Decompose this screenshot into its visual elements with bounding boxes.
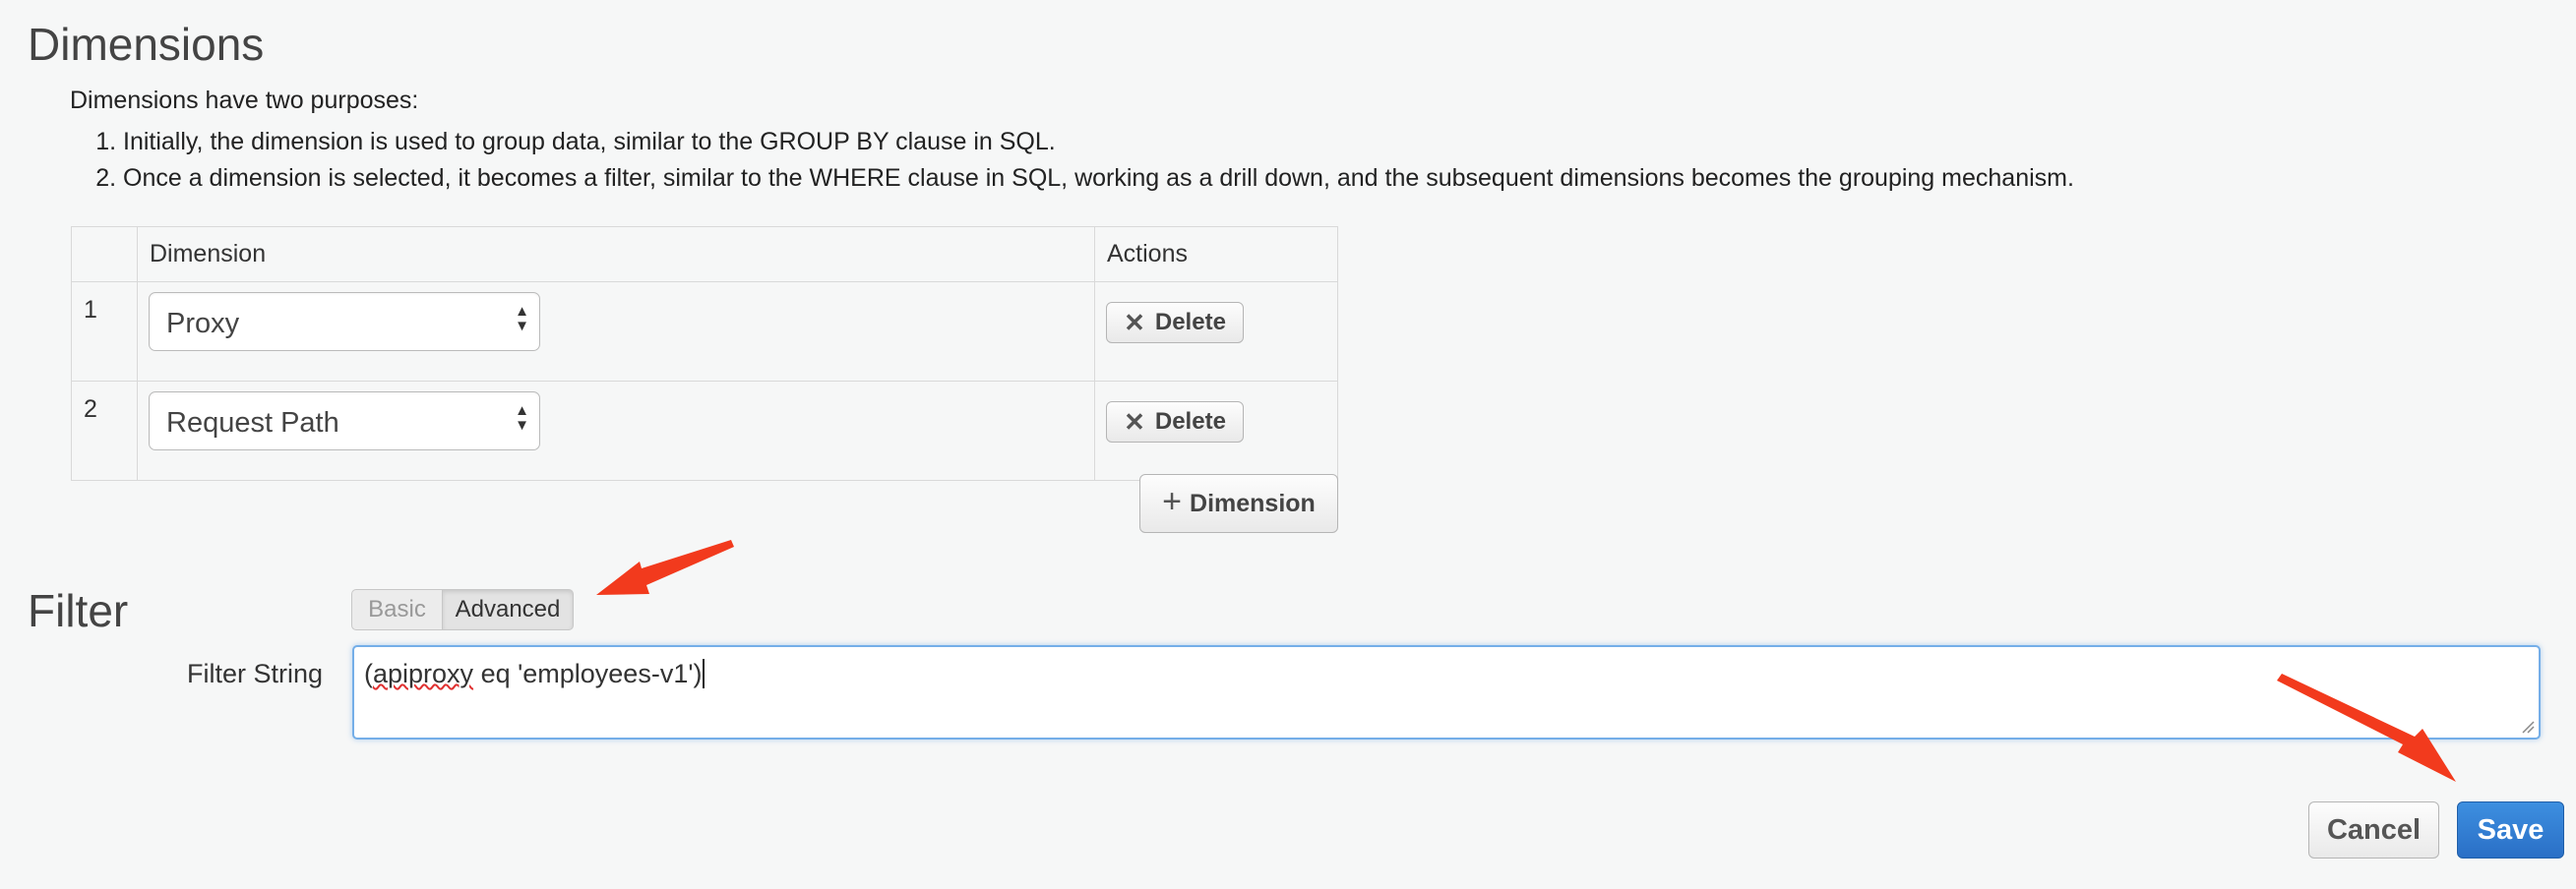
save-button[interactable]: Save bbox=[2457, 801, 2564, 859]
plus-icon: + bbox=[1162, 483, 1183, 520]
table-header-row: Dimension Actions bbox=[71, 226, 1338, 282]
basic-mode-button[interactable]: Basic bbox=[351, 589, 442, 630]
dimension-select[interactable]: Proxy ▲ ▼ bbox=[149, 292, 540, 351]
row-number: 1 bbox=[71, 281, 138, 382]
dimension-select-value: Request Path bbox=[166, 407, 339, 439]
close-icon: ✕ bbox=[1124, 307, 1145, 337]
dimensions-table: Dimension Actions 1 Proxy ▲▼ ✕ Delete 2 bbox=[71, 226, 1338, 481]
actions-cell: ✕ Delete bbox=[1094, 281, 1338, 382]
col-header-index bbox=[71, 226, 138, 282]
dimension-cell: Proxy ▲ ▼ bbox=[137, 281, 1095, 382]
col-header-actions: Actions bbox=[1094, 226, 1338, 282]
filter-value-prefix: ( bbox=[364, 659, 373, 688]
filter-title: Filter bbox=[28, 585, 129, 636]
table-row: 1 Proxy ▲ ▼ ✕ Delete bbox=[71, 281, 1338, 382]
dimension-cell: Request Path ▲ ▼ bbox=[137, 381, 1095, 481]
dimension-select[interactable]: Request Path ▲ ▼ bbox=[149, 391, 540, 450]
dimensions-title: Dimensions bbox=[28, 19, 265, 70]
misspelled-word: apiproxy bbox=[373, 659, 474, 688]
delete-button[interactable]: ✕ Delete bbox=[1106, 302, 1244, 343]
annotation-arrow-advanced bbox=[596, 540, 734, 595]
resize-grip-icon[interactable] bbox=[2521, 720, 2535, 734]
updown-arrows-icon: ▲ ▼ bbox=[515, 303, 529, 334]
purpose-item: Initially, the dimension is used to grou… bbox=[123, 124, 2074, 160]
text-cursor bbox=[703, 659, 705, 688]
filter-value-rest: eq 'employees-v1') bbox=[473, 659, 703, 688]
table-row: 2 Request Path ▲ ▼ ✕ Delete bbox=[71, 381, 1338, 481]
updown-arrows-icon: ▲ ▼ bbox=[515, 402, 529, 434]
add-dimension-label: Dimension bbox=[1190, 489, 1316, 517]
purpose-item: Once a dimension is selected, it becomes… bbox=[123, 160, 2074, 197]
delete-button[interactable]: ✕ Delete bbox=[1106, 401, 1244, 443]
filter-string-label: Filter String bbox=[187, 659, 324, 688]
cancel-button[interactable]: Cancel bbox=[2308, 801, 2439, 859]
filter-string-value: (apiproxy eq 'employees-v1') bbox=[364, 659, 705, 689]
row-number: 2 bbox=[71, 381, 138, 481]
advanced-mode-button[interactable]: Advanced bbox=[442, 589, 574, 630]
dimension-select-value: Proxy bbox=[166, 308, 240, 339]
purposes-list: Initially, the dimension is used to grou… bbox=[84, 124, 2074, 197]
filter-mode-toggle: Basic Advanced bbox=[351, 589, 574, 630]
delete-button-label: Delete bbox=[1154, 408, 1226, 435]
filter-string-input[interactable]: (apiproxy eq 'employees-v1') bbox=[352, 645, 2541, 740]
actions-cell: ✕ Delete bbox=[1094, 381, 1338, 481]
dimensions-intro: Dimensions have two purposes: bbox=[70, 87, 419, 114]
close-icon: ✕ bbox=[1124, 406, 1145, 437]
col-header-dimension: Dimension bbox=[137, 226, 1095, 282]
delete-button-label: Delete bbox=[1154, 309, 1226, 335]
add-dimension-button[interactable]: + Dimension bbox=[1139, 474, 1338, 533]
